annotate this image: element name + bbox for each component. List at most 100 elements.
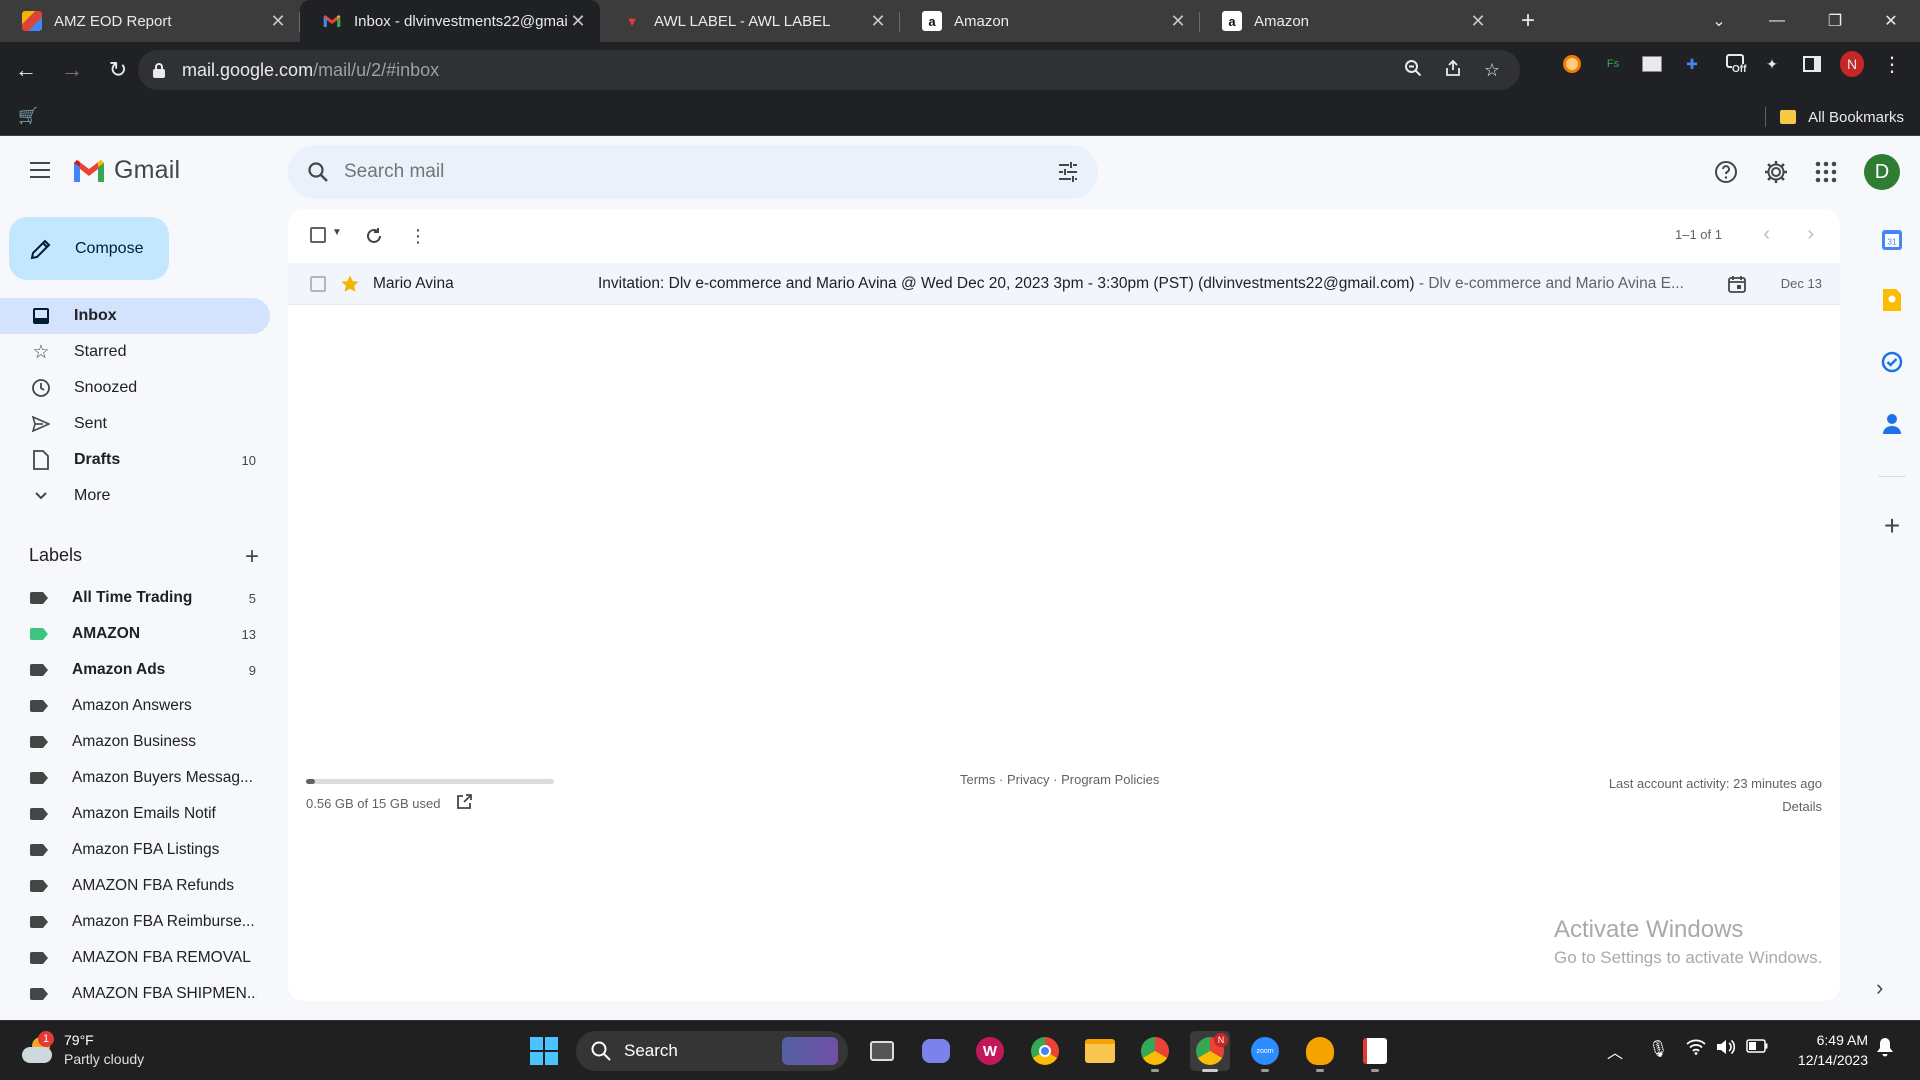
add-label-icon[interactable]: + [245,543,259,571]
sidebar-item-sent[interactable]: Sent [0,406,270,442]
chrome-menu-icon[interactable]: ⋮ [1880,52,1904,76]
reload-button[interactable]: ↻ [98,50,138,90]
bookmark-cart-icon[interactable]: 🛒 [18,106,40,126]
label-item[interactable]: All Time Trading 5 [0,580,270,616]
share-icon[interactable] [1444,59,1462,82]
label-item[interactable]: Amazon Emails Notif [0,796,270,832]
refresh-icon[interactable] [363,225,385,247]
sidebar-item-drafts[interactable]: Drafts 10 [0,442,270,478]
extension-off-icon[interactable]: Off [1722,52,1758,76]
tasks-app-icon[interactable] [1875,345,1909,379]
calendar-app-icon[interactable]: 31 [1875,223,1909,257]
label-item[interactable]: Amazon FBA Listings [0,832,270,868]
contacts-app-icon[interactable] [1875,407,1909,441]
volume-icon[interactable] [1716,1039,1736,1060]
system-clock[interactable]: 6:49 AM 12/14/2023 [1798,1030,1868,1070]
select-all-checkbox[interactable] [310,227,326,243]
label-item[interactable]: Amazon FBA Reimburse... [0,904,270,940]
sidebar-item-snoozed[interactable]: Snoozed [0,370,270,406]
chrome-active-icon[interactable]: N [1190,1031,1230,1072]
close-tab-icon[interactable]: ✕ [1168,11,1188,32]
all-bookmarks-button[interactable]: All Bookmarks [1765,98,1904,136]
label-item[interactable]: AMAZON FBA REMOVAL [0,940,270,976]
profile-avatar[interactable]: N [1840,51,1864,77]
close-tab-icon[interactable]: ✕ [1468,11,1488,32]
get-addons-icon[interactable]: + [1875,509,1909,543]
close-window-button[interactable]: ✕ [1862,0,1920,42]
compose-button[interactable]: Compose [9,217,169,280]
tab-amazon-1[interactable]: a Amazon ✕ [900,0,1200,42]
mascot-app-icon[interactable] [1300,1031,1340,1072]
main-menu-icon[interactable] [26,156,54,184]
snipping-tool-icon[interactable] [1355,1031,1395,1072]
chrome-icon[interactable] [1025,1031,1065,1071]
keep-app-icon[interactable] [1875,283,1909,317]
more-actions-icon[interactable]: ⋮ [407,225,429,247]
email-checkbox[interactable] [310,276,326,292]
wps-office-icon[interactable]: W [970,1031,1010,1071]
file-explorer-icon[interactable] [1080,1031,1120,1071]
tab-awl-label[interactable]: ▼ AWL LABEL - AWL LABEL ✕ [600,0,900,42]
zoom-app-icon[interactable]: zoom [1245,1031,1285,1072]
show-hidden-icons-icon[interactable]: ︿ [1607,1039,1623,1063]
search-input[interactable] [344,161,1024,183]
back-button[interactable]: ← [6,50,46,90]
task-view-icon[interactable] [862,1031,902,1071]
start-button[interactable] [524,1031,564,1071]
close-tab-icon[interactable]: ✕ [568,11,588,32]
google-apps-icon[interactable] [1810,156,1842,188]
label-item[interactable]: Amazon Business [0,724,270,760]
extension-orange-icon[interactable] [1560,52,1584,76]
open-in-new-icon[interactable] [455,793,473,811]
settings-gear-icon[interactable] [1760,156,1792,188]
extensions-puzzle-icon[interactable]: ✦ [1760,52,1784,76]
search-icon[interactable] [306,160,330,184]
close-tab-icon[interactable]: ✕ [868,11,888,32]
battery-icon[interactable] [1746,1039,1768,1058]
starred-icon[interactable] [340,274,360,294]
tab-gmail-inbox[interactable]: Inbox - dlvinvestments22@gmail.com ✕ [300,0,600,42]
label-item[interactable]: AMAZON 13 [0,616,270,652]
side-panel-icon[interactable] [1800,52,1824,76]
label-item[interactable]: AMAZON FBA Refunds [0,868,270,904]
close-tab-icon[interactable]: ✕ [268,11,288,32]
bookmark-star-icon[interactable]: ☆ [1484,60,1500,81]
extension-image-icon[interactable] [1640,52,1664,76]
footer-links[interactable]: Terms · Privacy · Program Policies [960,772,1159,787]
select-dropdown-icon[interactable]: ▼ [332,227,342,238]
taskbar-search[interactable]: Search [576,1031,848,1071]
newer-page-button[interactable]: ‹ [1763,223,1770,246]
show-side-panel-icon[interactable]: › [1876,975,1883,1001]
sidebar-item-more[interactable]: More [0,478,270,514]
label-item[interactable]: Amazon Ads 9 [0,652,270,688]
label-item[interactable]: Amazon Buyers Messag... [0,760,270,796]
chrome-profile-icon[interactable] [1135,1031,1175,1072]
help-icon[interactable] [1710,156,1742,188]
zoom-icon[interactable] [1404,59,1422,82]
older-page-button[interactable]: › [1807,223,1814,246]
extension-blue-icon[interactable]: ✚ [1680,52,1704,76]
sidebar-item-inbox[interactable]: Inbox [0,298,270,334]
search-options-icon[interactable] [1056,160,1080,184]
wifi-icon[interactable] [1686,1039,1706,1060]
weather-widget[interactable]: 1 79°F Partly cloudy [20,1031,144,1069]
calendar-event-icon[interactable] [1727,274,1747,294]
new-tab-button[interactable]: + [1508,0,1548,42]
forward-button[interactable]: → [52,50,92,90]
tab-amz-eod-report[interactable]: AMZ EOD Report ✕ [0,0,300,42]
search-bar[interactable] [288,145,1098,199]
email-row[interactable]: Mario Avina Invitation: Dlv e-commerce a… [288,263,1840,305]
gmail-logo[interactable]: Gmail [72,156,180,185]
account-avatar[interactable]: D [1864,154,1900,190]
details-link[interactable]: Details [1609,795,1822,818]
sidebar-item-starred[interactable]: ☆ Starred [0,334,270,370]
extension-fs-icon[interactable]: Fs [1601,52,1625,76]
microphone-icon[interactable]: 🎙 [1648,1039,1668,1059]
label-item[interactable]: Amazon Answers [0,688,270,724]
tab-search-icon[interactable]: ⌄ [1690,0,1748,42]
tab-amazon-2[interactable]: a Amazon ✕ [1200,0,1500,42]
minimize-button[interactable]: — [1748,0,1806,42]
label-item[interactable]: AMAZON FBA SHIPMEN... [0,976,270,1012]
notifications-bell-icon[interactable] [1876,1037,1894,1062]
teams-chat-icon[interactable] [916,1031,956,1071]
